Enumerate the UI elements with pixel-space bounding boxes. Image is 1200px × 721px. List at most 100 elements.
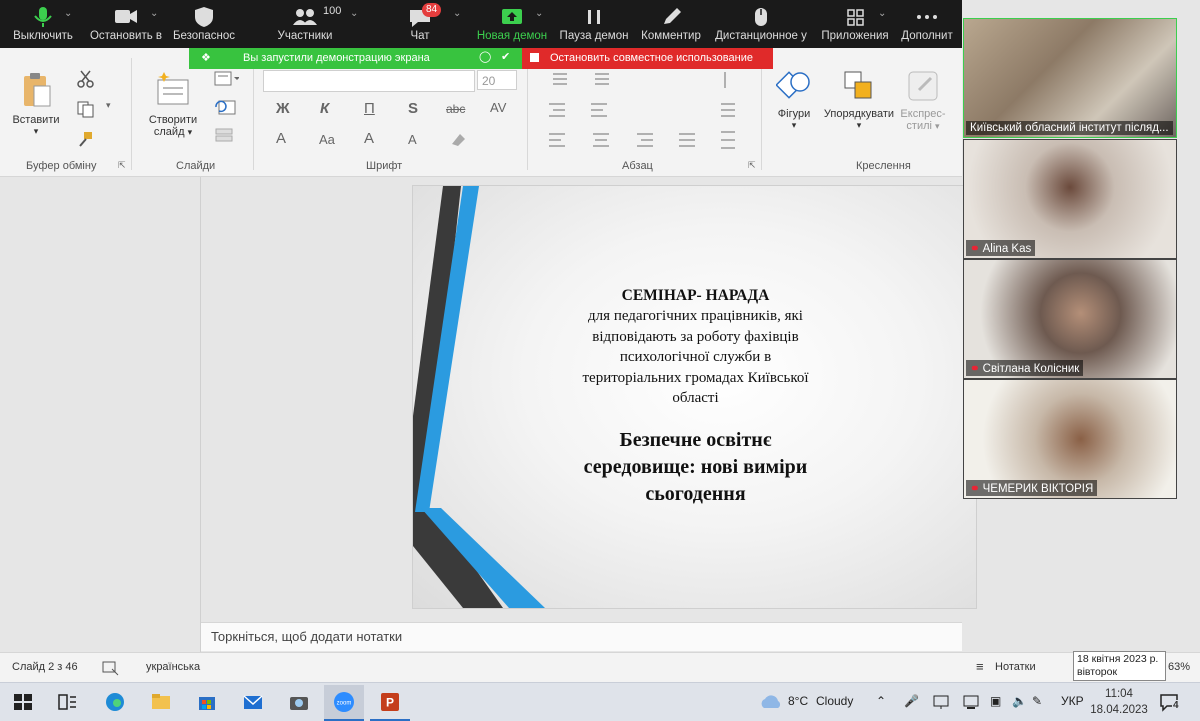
chevron-down-icon[interactable]: ⌄ [535,8,543,19]
reset-slide-icon[interactable] [213,98,239,116]
dialog-launcher-icon[interactable]: ⇱ [118,160,126,171]
copy-icon[interactable] [76,100,96,118]
clock[interactable]: 11:04 18.04.2023 [1090,686,1148,718]
shapes-button[interactable]: Фігури ▾ [770,68,818,131]
share-info-icon[interactable]: ◯ [479,50,491,63]
format-painter-icon[interactable] [76,130,96,148]
italic-button[interactable]: К [320,100,329,117]
pen-icon [664,8,681,24]
task-view-icon[interactable] [56,692,78,712]
mic-muted-icon: ⚭ [970,243,980,255]
font-name-input[interactable] [263,70,475,92]
slide-title: Безпечне освітнє середовище: нові виміри… [583,428,808,505]
scissors-icon[interactable] [76,70,96,88]
slide-counter[interactable]: Слайд 2 з 46 [12,661,78,673]
paste-button[interactable]: Вставити ▾ [8,70,64,137]
zoom-icon: zoom [334,692,354,712]
participant-tile[interactable]: Київський обласний інститут післяд... [963,18,1177,138]
group-divider [131,58,132,170]
notes-icon[interactable]: ≡ [976,659,984,674]
weather-temperature[interactable]: 8°C [788,694,808,708]
text-shadow-button[interactable]: S [408,100,418,117]
screen-share-status-banner: ❖ Вы запустили демонстрацию экрана ◯ ✔ [189,48,522,69]
group-divider [253,58,254,170]
chevron-down-icon[interactable]: ⌄ [350,8,358,19]
mail-icon[interactable] [242,692,264,712]
shield-icon [195,7,213,27]
font-color-button[interactable]: A [276,130,286,147]
volume-icon[interactable]: 🔈 [1012,694,1027,708]
camera-icon[interactable] [288,692,310,712]
start-icon[interactable] [12,692,34,712]
chevron-down-icon[interactable]: ▾ [106,100,111,111]
clock-date: 18.04.2023 [1090,704,1148,716]
microphone-tray-icon[interactable]: 🎤 [904,694,919,708]
slide-thumbnail-pane[interactable] [0,177,201,652]
chevron-down-icon[interactable]: ⌄ [64,8,72,19]
share-pin-icon[interactable]: ❖ [201,51,211,64]
slides-group-label: Слайди [176,160,216,172]
clipboard-group-label: Буфер обміну [26,160,97,172]
zoom-percentage[interactable]: 63% [1168,661,1190,673]
powerpoint-icon: P [381,693,399,711]
quick-styles-button[interactable]: Експрес- стилі ▾ [898,68,948,132]
underline-button[interactable]: П [364,100,375,117]
chevron-down-icon: ▾ [33,126,39,136]
slide-text-block: СЕМІНАР- НАРАДА для педагогічних працівн… [538,286,853,508]
chevron-up-icon[interactable]: ⌃ [876,694,886,708]
display-tray-icon[interactable] [962,694,980,710]
remote-control-button[interactable]: Дистанционное у [712,0,810,48]
chevron-down-icon[interactable]: ⌄ [453,8,461,19]
file-explorer-icon[interactable] [150,692,172,712]
pen-tray-icon[interactable]: ✎ [1032,694,1042,708]
clear-formatting-icon[interactable] [448,130,468,148]
participant-tile[interactable]: ⚭ Alina Kas [963,139,1177,259]
language-indicator[interactable]: українська [146,661,200,673]
screen-share-tray-icon[interactable] [932,694,950,710]
slide-subtitle: для педагогічних працівників, які відпов… [582,308,809,406]
zoom-taskbar-item[interactable]: zoom [324,685,364,721]
font-group-label: Шрифт [366,160,403,172]
slide-canvas[interactable]: СЕМІНАР- НАРАДА для педагогічних працівн… [412,185,977,609]
section-icon[interactable] [213,126,239,144]
strikethrough-button[interactable]: abc [446,102,465,116]
group-divider [527,58,528,170]
paragraph-tools-icons[interactable] [545,70,745,160]
participant-name: Київський обласний інститут післяд... [966,121,1173,135]
shrink-font-button[interactable]: A [408,132,417,147]
notification-center-button[interactable]: 4 [1158,692,1182,712]
font-size-input[interactable]: 20 [477,70,517,90]
grow-font-button[interactable]: A [364,130,374,147]
character-spacing-button[interactable]: AV [490,100,506,115]
layout-icon[interactable] [213,70,239,88]
input-language[interactable]: УКР [1061,694,1084,708]
participant-tile[interactable]: ⚭ Світлана Колісник [963,259,1177,379]
chevron-down-icon: ▾ [856,120,862,130]
more-button[interactable]: Дополнит [896,0,958,48]
powerpoint-taskbar-item[interactable]: P [370,685,410,721]
stop-share-button[interactable]: Остановить совместное использование [522,48,773,69]
annotate-button[interactable]: Комментир [638,0,704,48]
network-icon[interactable]: ▣ [990,694,1001,708]
cloud-weather-icon[interactable] [758,692,784,712]
edge-icon[interactable] [104,692,126,712]
chevron-down-icon: ▾ [791,120,797,130]
accessibility-check-icon[interactable] [102,660,120,676]
zoom-meeting-toolbar: Выключить ⌄ Остановить в ⌄ Безопаснос Уч… [0,0,962,48]
chevron-down-icon[interactable]: ⌄ [878,8,886,19]
bold-button[interactable]: Ж [276,100,290,117]
pause-share-button[interactable]: Пауза демон [558,0,630,48]
dialog-launcher-icon[interactable]: ⇱ [748,160,756,171]
new-slide-button[interactable]: Створити слайд ▾ [144,70,202,138]
security-button[interactable]: Безопаснос [170,0,238,48]
weather-description[interactable]: Cloudy [816,694,853,708]
notes-pane[interactable]: Торкніться, щоб додати нотатки [201,622,962,651]
chevron-down-icon[interactable]: ⌄ [150,8,158,19]
share-shield-icon[interactable]: ✔ [501,50,510,63]
change-case-button[interactable]: Aa [319,132,335,147]
arrange-button[interactable]: Упорядкувати ▾ [822,68,896,131]
store-icon[interactable] [196,692,218,712]
participant-tile[interactable]: ⚭ ЧЕМЕРИК ВІКТОРІЯ [963,379,1177,499]
notes-toggle-button[interactable]: Нотатки [995,661,1036,673]
new-slide-icon [157,72,189,105]
